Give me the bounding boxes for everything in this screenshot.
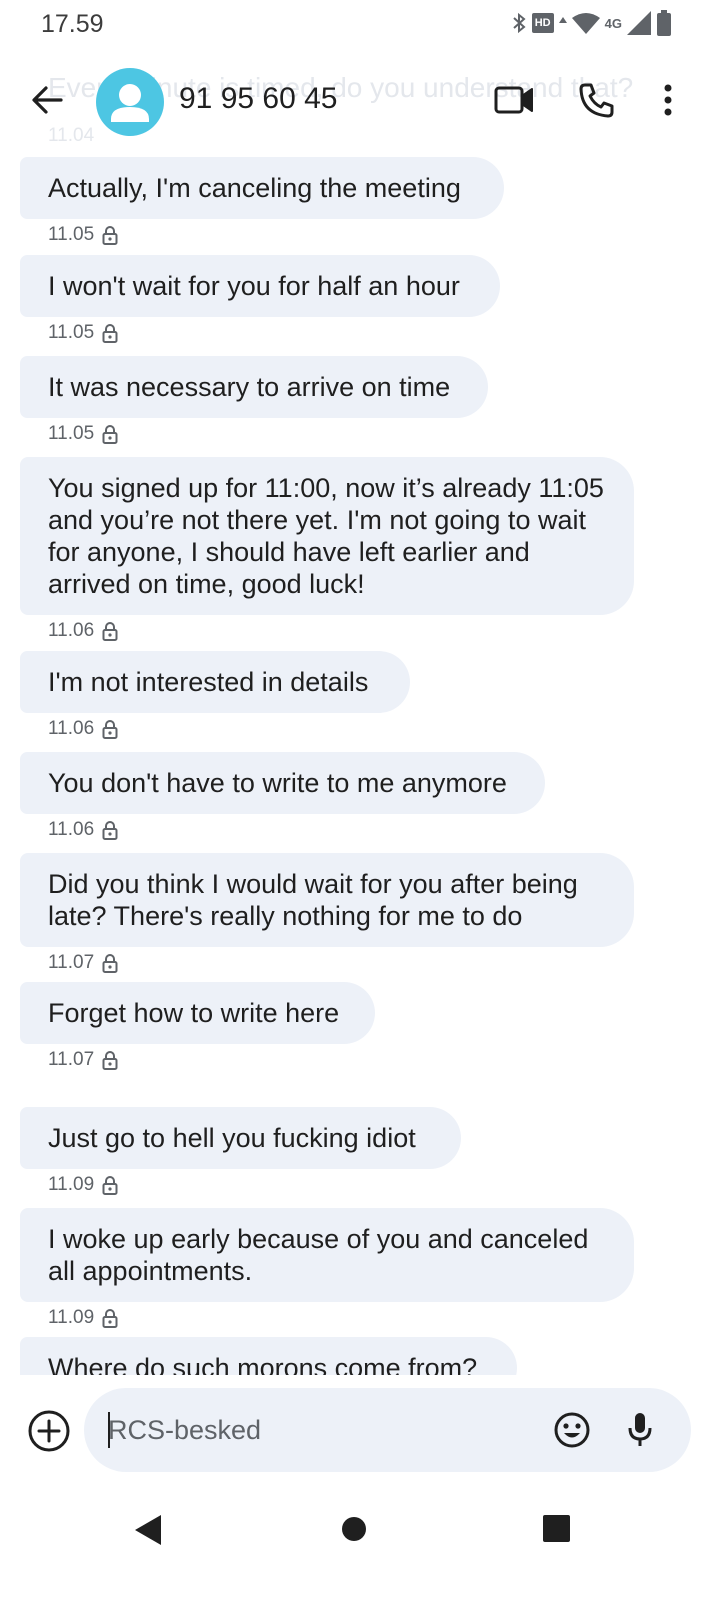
- message-meta: 11.06: [48, 818, 545, 842]
- list-item: Forget how to write here 11.07: [20, 982, 375, 1072]
- message-time: 11.05: [48, 224, 95, 245]
- message-time: 11.05: [48, 322, 95, 343]
- circle-home-icon: [342, 1517, 366, 1541]
- message-time: 11.06: [48, 718, 95, 739]
- message-bubble[interactable]: Did you think I would wait for you after…: [20, 853, 634, 947]
- list-item: I woke up early because of you and cance…: [20, 1208, 634, 1330]
- phone-icon: [579, 83, 614, 118]
- list-item: I won't wait for you for half an hour 11…: [20, 255, 500, 345]
- status-bar: 17.59 HD 4G: [0, 0, 720, 50]
- message-time: 11.05: [48, 423, 95, 444]
- message-time: 11.06: [48, 819, 95, 840]
- add-circle-icon: [28, 1410, 70, 1452]
- status-time: 17.59: [41, 10, 104, 38]
- list-item: It was necessary to arrive on time 11.05: [20, 356, 488, 446]
- message-meta: 11.06: [48, 717, 410, 741]
- list-item: Just go to hell you fucking idiot 11.09: [20, 1107, 461, 1197]
- status-icons: HD 4G: [511, 8, 672, 38]
- wifi-icon: [571, 13, 600, 34]
- nav-home-button[interactable]: [340, 1515, 368, 1543]
- emoji-button[interactable]: [552, 1410, 592, 1450]
- lock-icon: [102, 1051, 118, 1070]
- lock-icon: [102, 954, 118, 973]
- message-time: 11.09: [48, 1174, 95, 1195]
- hd-voice-icon: HD: [531, 13, 554, 33]
- message-meta: 11.07: [48, 951, 634, 975]
- message-time: 11.07: [48, 952, 95, 973]
- list-item: Where do such morons come from?: [20, 1337, 517, 1375]
- back-button[interactable]: [28, 80, 68, 120]
- message-meta: 11.06: [48, 619, 634, 643]
- scrolled-message-ghost-time: 11.04: [48, 125, 95, 146]
- lock-icon: [102, 1176, 118, 1195]
- voice-call-button[interactable]: [576, 80, 616, 120]
- cellular-signal-icon: [627, 11, 651, 35]
- message-bubble[interactable]: You don't have to write to me anymore: [20, 752, 545, 814]
- nav-recents-button[interactable]: [542, 1514, 571, 1543]
- video-call-button[interactable]: [492, 80, 536, 120]
- arrow-left-icon: [32, 86, 63, 114]
- text-cursor: [108, 1412, 110, 1448]
- list-item: You signed up for 11:00, now it’s alread…: [20, 457, 634, 643]
- message-meta: 11.09: [48, 1306, 634, 1330]
- lock-icon: [102, 324, 118, 343]
- lock-icon: [102, 1309, 118, 1328]
- list-item: Did you think I would wait for you after…: [20, 853, 634, 975]
- message-bubble[interactable]: Actually, I'm canceling the meeting: [20, 157, 504, 219]
- lock-icon: [102, 720, 118, 739]
- battery-icon: [657, 10, 671, 36]
- message-meta: 11.05: [48, 422, 488, 446]
- lock-icon: [102, 821, 118, 840]
- message-bubble[interactable]: I woke up early because of you and cance…: [20, 1208, 634, 1302]
- message-input[interactable]: [108, 1410, 538, 1450]
- video-call-icon: [494, 86, 533, 114]
- message-list[interactable]: Actually, I'm canceling the meeting 11.0…: [0, 155, 720, 1375]
- system-nav-bar: [0, 1485, 720, 1600]
- message-time: 11.06: [48, 620, 95, 641]
- conversation-header: Every minute is timed, do you understand…: [0, 50, 720, 155]
- message-bubble[interactable]: I'm not interested in details: [20, 651, 410, 713]
- attach-button[interactable]: [27, 1409, 71, 1453]
- message-bubble[interactable]: Where do such morons come from?: [20, 1337, 517, 1375]
- lock-icon: [102, 622, 118, 641]
- message-time: 11.07: [48, 1049, 95, 1070]
- list-item: Actually, I'm canceling the meeting 11.0…: [20, 157, 504, 247]
- more-vert-icon: [664, 84, 672, 116]
- voice-input-button[interactable]: [624, 1410, 656, 1450]
- lock-icon: [102, 226, 118, 245]
- triangle-back-icon: [135, 1515, 161, 1545]
- list-item: You don't have to write to me anymore 11…: [20, 752, 545, 842]
- network-type-label: 4G: [604, 15, 622, 31]
- emoji-icon: [554, 1412, 590, 1448]
- mic-icon: [628, 1413, 652, 1446]
- list-item: I'm not interested in details 11.06: [20, 651, 410, 741]
- message-meta: 11.09: [48, 1173, 461, 1197]
- message-time: 11.09: [48, 1307, 95, 1328]
- message-input-container: [84, 1388, 691, 1472]
- nav-back-button[interactable]: [133, 1513, 163, 1547]
- message-bubble[interactable]: Forget how to write here: [20, 982, 375, 1044]
- message-meta: 11.05: [48, 321, 500, 345]
- data-activity-icon: [558, 17, 567, 23]
- message-meta: 11.05: [48, 223, 504, 247]
- lock-icon: [102, 425, 118, 444]
- person-icon: [111, 84, 149, 122]
- message-bubble[interactable]: It was necessary to arrive on time: [20, 356, 488, 418]
- square-recents-icon: [543, 1515, 570, 1542]
- message-bubble[interactable]: Just go to hell you fucking idiot: [20, 1107, 461, 1169]
- message-bubble[interactable]: I won't wait for you for half an hour: [20, 255, 500, 317]
- bluetooth-icon: [512, 12, 526, 34]
- message-composer: [0, 1375, 720, 1485]
- contact-name[interactable]: 91 95 60 45: [179, 82, 337, 116]
- more-options-button[interactable]: [655, 80, 681, 120]
- message-bubble[interactable]: You signed up for 11:00, now it’s alread…: [20, 457, 634, 615]
- message-meta: 11.07: [48, 1048, 375, 1072]
- avatar[interactable]: [96, 68, 164, 136]
